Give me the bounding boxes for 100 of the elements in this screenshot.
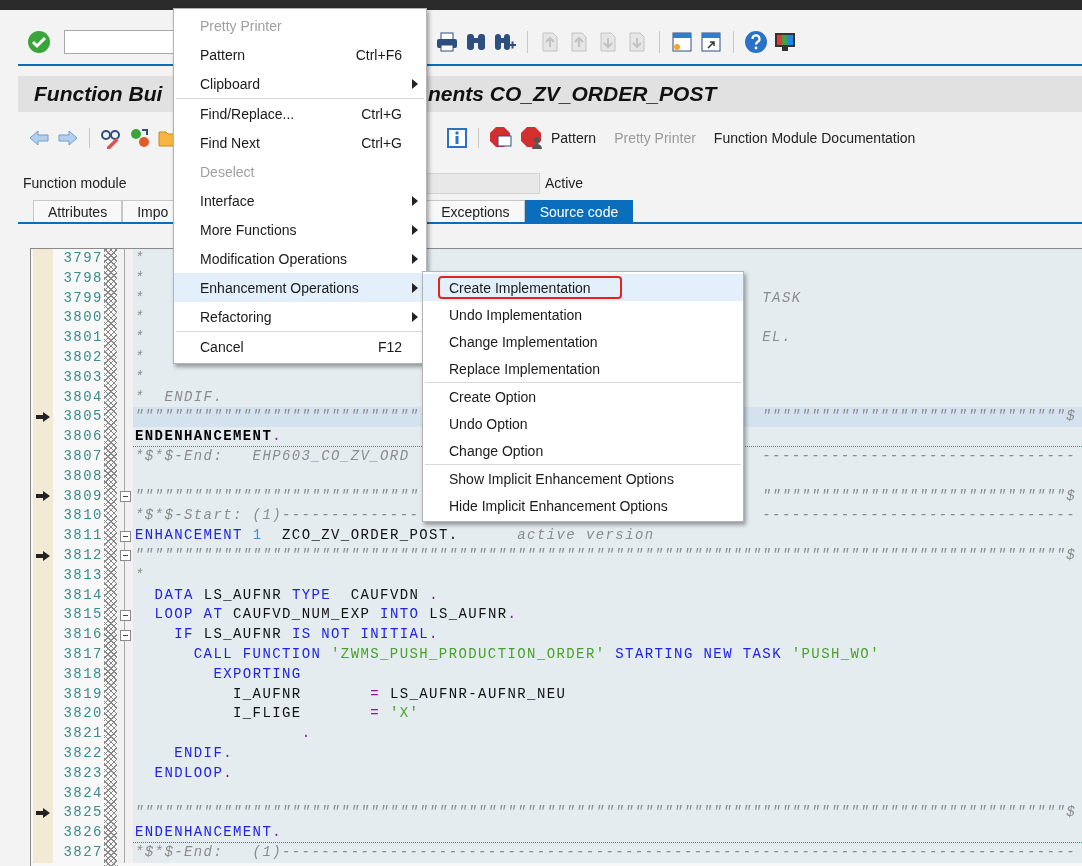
submenu-arrow-icon[interactable] [412, 78, 418, 89]
menu-item[interactable]: Hide Implicit Enhancement Options [423, 492, 743, 519]
code-text: * [135, 349, 145, 365]
line-number: 3816 [63, 626, 103, 643]
code-text: ENDLOOP [154, 764, 224, 781]
code-text: -------------------------------- [762, 447, 1076, 464]
collapse-icon[interactable] [119, 490, 131, 502]
code-text: * [135, 329, 145, 346]
code-text: LOOP AT [154, 606, 224, 623]
code-text: I_AUFNR [233, 685, 302, 702]
code-text: 'X' [389, 705, 420, 722]
code-text: ENHANCEMENT [135, 527, 243, 544]
line-number: 3824 [63, 784, 103, 801]
shortcut-text: Ctrl+F6 [354, 46, 402, 63]
line-number: 3808 [63, 467, 103, 484]
code-text: """"""""""""""""""""""""""""" [135, 408, 420, 425]
arrow-right-icon [36, 550, 50, 561]
code-text: *$*$-End: EHP603_CO_ZV_ORD [135, 447, 410, 464]
menu-item[interactable]: Create Option [423, 383, 743, 410]
menu-item[interactable]: Show Implicit Enhancement Options [423, 465, 743, 492]
submenu-arrow-icon[interactable] [412, 311, 418, 322]
code-text: """""""""""""""""""""""""""""""$ [762, 487, 1076, 504]
submenu-arrow-icon[interactable] [412, 253, 418, 264]
line-number: 3811 [63, 527, 103, 544]
submenu-arrow-icon[interactable] [412, 282, 418, 293]
stop-sign-icon[interactable] [520, 126, 544, 150]
code-text: * ENDIF. [135, 388, 224, 405]
line-number: 3799 [63, 289, 103, 306]
code-text: *$*$-End: (1)--------------------------------------------------------------------------------- [135, 843, 1076, 860]
toolbar-button[interactable]: Function Module Documentation [713, 128, 916, 148]
menu-item[interactable]: Find Next Ctrl+G [174, 128, 426, 157]
line-number: 3821 [63, 725, 103, 742]
code-text: IF [174, 626, 194, 643]
code-text: INTO [380, 606, 420, 623]
menu-item[interactable]: Change Implementation [423, 328, 743, 355]
collapse-icon[interactable] [119, 609, 131, 621]
printer-icon[interactable] [435, 30, 459, 54]
code-text: """"""""""""""""""""""""""""" [135, 487, 420, 504]
line-number: 3826 [63, 824, 103, 841]
toolbar-button[interactable]: Pattern [551, 128, 597, 148]
window-title: Function Bui [34, 82, 163, 106]
line-number: 3823 [63, 764, 103, 781]
status-text: Active [545, 175, 584, 191]
code-text: CALL FUNCTION [193, 645, 322, 662]
line-number: 3820 [63, 705, 103, 722]
code-text: """""""""""""""""""""""""""""""""""""""""""""""""""""""""""""""""""""""""""""""""""""""""""""""$ [135, 546, 1076, 563]
menu-item[interactable]: Find/Replace... Ctrl+G [174, 99, 426, 128]
code-text: * [135, 269, 145, 286]
arrow-right-icon [36, 412, 50, 423]
line-number: 3803 [63, 368, 103, 385]
menu-item[interactable]: Change Option [423, 437, 743, 464]
line-number: 3804 [63, 388, 103, 405]
menu-item[interactable]: Replace Implementation [423, 355, 743, 382]
line-number: 3812 [63, 546, 103, 563]
code-text: * [135, 289, 145, 306]
code-text: ENDIF [174, 744, 224, 761]
code-text: LS_AUFNR [203, 586, 283, 603]
tab[interactable]: Attributes [33, 200, 123, 222]
code-text: EXPORTING [213, 665, 302, 682]
menu-item[interactable]: Pattern Ctrl+F6 [174, 40, 426, 69]
cycle-icon[interactable] [129, 127, 151, 149]
code-text: active version [517, 527, 655, 544]
line-number: 3802 [63, 349, 103, 365]
arrow-right-icon [36, 491, 50, 502]
menu-item[interactable]: Clipboard [174, 69, 426, 98]
line-number: 3800 [63, 309, 103, 326]
menu-item[interactable]: Undo Option [423, 410, 743, 437]
menu-item[interactable]: Cancel F12 [174, 332, 426, 361]
menu-item[interactable]: Create Implementation [423, 274, 743, 301]
code-text: """""""""""""""""""""""""""""""""""""""""""""""""""""""""""""""""""""""""""""""""""""""""""""""$ [135, 804, 1076, 821]
info-icon[interactable] [446, 127, 468, 149]
code-text: . [272, 428, 283, 445]
menu-item[interactable]: Undo Implementation [423, 301, 743, 328]
submenu-arrow-icon[interactable] [412, 195, 418, 206]
tab[interactable]: Source code [524, 200, 634, 222]
code-text: LS_AUFNR-AUFNR_NEU [389, 685, 567, 702]
glasses-pencil-icon[interactable] [100, 127, 122, 149]
line-number: 3827 [63, 843, 103, 860]
shortcut-text: Ctrl+G [360, 134, 402, 151]
code-text: ENDENHANCEMENT [135, 428, 273, 445]
menu-item[interactable]: Refactoring [174, 302, 426, 331]
check-icon[interactable] [27, 30, 51, 54]
code-text: . [223, 764, 234, 781]
help-icon[interactable] [744, 30, 768, 54]
code-text: 1 [252, 527, 263, 544]
line-number: 3806 [63, 428, 103, 445]
collapse-icon[interactable] [119, 550, 131, 562]
stop-sign-icon[interactable] [489, 126, 513, 150]
menu-item[interactable]: Modification Operations [174, 244, 426, 273]
line-number: 3810 [63, 507, 103, 524]
code-text: *$*$-Start: (1)-------------- [135, 507, 420, 524]
line-number: 3814 [63, 586, 103, 603]
shortcut-text: Ctrl+G [360, 105, 402, 122]
code-text: . [429, 626, 439, 643]
collapse-icon[interactable] [119, 530, 131, 542]
code-text: 'PUSH_WO' [791, 645, 880, 662]
monitor-icon[interactable] [773, 30, 797, 54]
collapse-icon[interactable] [119, 629, 131, 641]
submenu-arrow-icon[interactable] [412, 224, 418, 235]
tab[interactable]: Exceptions [426, 200, 525, 222]
